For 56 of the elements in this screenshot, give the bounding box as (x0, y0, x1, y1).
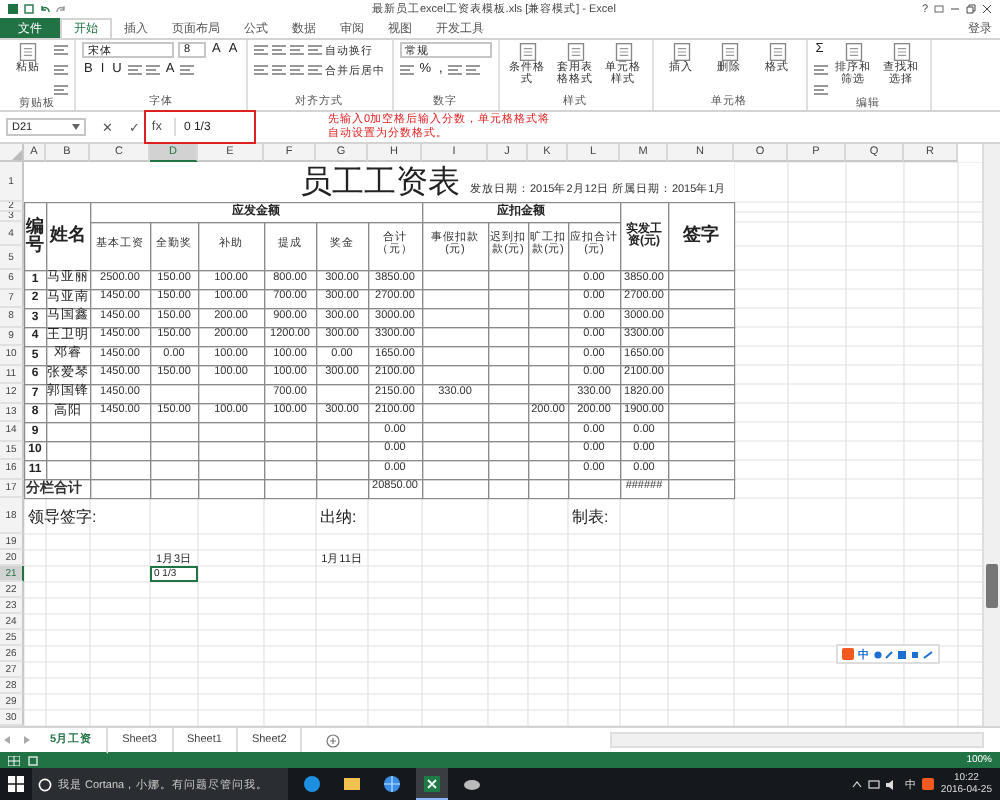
column-header: 签字 (681, 222, 721, 249)
minimize-icon[interactable] (950, 4, 960, 14)
lines-icon[interactable] (145, 64, 160, 76)
horizontal-scrollbar[interactable] (610, 732, 984, 748)
lines-icon[interactable] (813, 84, 828, 96)
lines-icon[interactable] (399, 64, 414, 76)
lines-icon[interactable] (54, 84, 68, 96)
lines-icon[interactable] (289, 64, 304, 76)
lines-icon[interactable] (54, 44, 68, 56)
column-header: 编号 (24, 213, 46, 258)
circle-icon (38, 777, 52, 791)
ribbon-options-icon[interactable] (934, 4, 944, 14)
lines-icon[interactable] (307, 44, 322, 56)
app-icon (462, 774, 482, 794)
lines-icon[interactable] (271, 64, 286, 76)
ime-logo-icon (842, 648, 854, 660)
windows-icon[interactable] (8, 776, 24, 792)
app-tray-icon[interactable] (922, 778, 935, 790)
undo-icon[interactable] (40, 4, 50, 14)
sheet-title: 员工工资表 (300, 168, 460, 200)
save-icon[interactable] (24, 4, 34, 14)
globe-icon (382, 774, 402, 794)
spreadsheet-icon (422, 773, 442, 793)
column-header: 姓名 (47, 222, 88, 249)
caret-icon[interactable] (72, 124, 80, 130)
ime-tools-icon (874, 649, 934, 659)
add-sheet-icon[interactable] (326, 733, 341, 747)
taskbar-button[interactable] (416, 768, 448, 800)
lines-icon[interactable] (307, 64, 322, 76)
lines-icon[interactable] (54, 64, 68, 76)
lines-icon[interactable] (448, 64, 463, 76)
lines-icon[interactable] (813, 64, 828, 76)
close-icon[interactable] (982, 4, 992, 14)
page-icon[interactable] (28, 755, 38, 765)
speaker-icon[interactable] (886, 779, 899, 789)
signature-label: 制表: (570, 505, 611, 529)
vertical-scrollbar[interactable] (982, 144, 1000, 726)
lines-icon[interactable] (180, 64, 195, 76)
folder-icon (342, 774, 362, 794)
redo-icon[interactable] (56, 4, 66, 14)
triangle-icon (12, 150, 22, 160)
browser-icon (302, 774, 322, 794)
lines-icon[interactable] (127, 64, 142, 76)
signature-label: 领导签字: (26, 505, 99, 529)
lines-icon[interactable] (271, 44, 286, 56)
restore-icon[interactable] (966, 4, 976, 14)
excel-icon (8, 4, 18, 14)
signature-label: 出纳: (318, 505, 359, 529)
select-all-button[interactable] (0, 144, 24, 162)
lines-icon[interactable] (253, 44, 268, 56)
lines-icon[interactable] (289, 44, 304, 56)
network-icon[interactable] (868, 779, 881, 789)
lines-icon[interactable] (466, 64, 481, 76)
chevron-icon[interactable] (852, 780, 863, 788)
lines-icon[interactable] (253, 64, 268, 76)
grid-icon[interactable] (8, 755, 20, 765)
